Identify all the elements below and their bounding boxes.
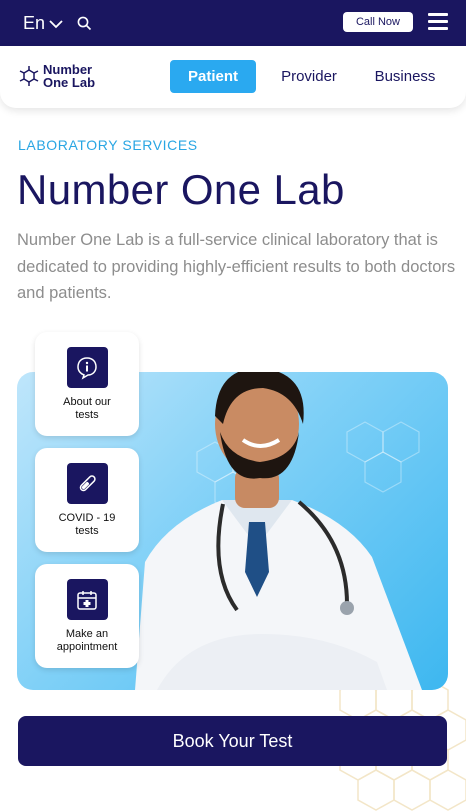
molecule-logo-icon (19, 66, 39, 86)
card-label-line1: Make an (65, 628, 109, 640)
top-bar: En Call Now (0, 0, 466, 46)
info-icon (66, 347, 108, 388)
page-title: Number One Lab (17, 166, 345, 213)
main-navigation: Number One Lab Patient Provider Business (0, 46, 466, 108)
calendar-icon (66, 579, 108, 620)
hamburger-menu-icon[interactable] (428, 13, 448, 31)
tab-business[interactable]: Business (365, 60, 445, 93)
card-label-line1: COVID - 19 (58, 512, 116, 524)
card-covid-tests[interactable]: COVID - 19 tests (35, 448, 139, 552)
card-label-line2: tests (75, 525, 99, 537)
search-icon[interactable] (77, 16, 92, 31)
intro-paragraph: Number One Lab is a full-service clinica… (17, 231, 456, 302)
call-now-button[interactable]: Call Now (343, 12, 413, 32)
chevron-down-icon (49, 19, 63, 28)
book-your-test-button[interactable]: Book Your Test (18, 716, 447, 766)
card-label-line2: tests (75, 409, 99, 421)
card-label-line2: appointment (56, 641, 118, 653)
card-make-appointment[interactable]: Make an appointment (35, 564, 139, 668)
card-label-line1: About our (63, 396, 111, 408)
language-label: En (23, 13, 46, 33)
test-tube-icon (66, 463, 108, 504)
section-eyebrow: LABORATORY SERVICES (18, 137, 198, 153)
tab-patient[interactable]: Patient (170, 60, 256, 93)
site-logo[interactable]: Number One Lab (18, 63, 95, 89)
tab-provider[interactable]: Provider (270, 60, 348, 93)
language-selector[interactable]: En (23, 13, 63, 34)
card-about-tests[interactable]: About our tests (35, 332, 139, 436)
logo-text-line2: One Lab (43, 75, 96, 90)
